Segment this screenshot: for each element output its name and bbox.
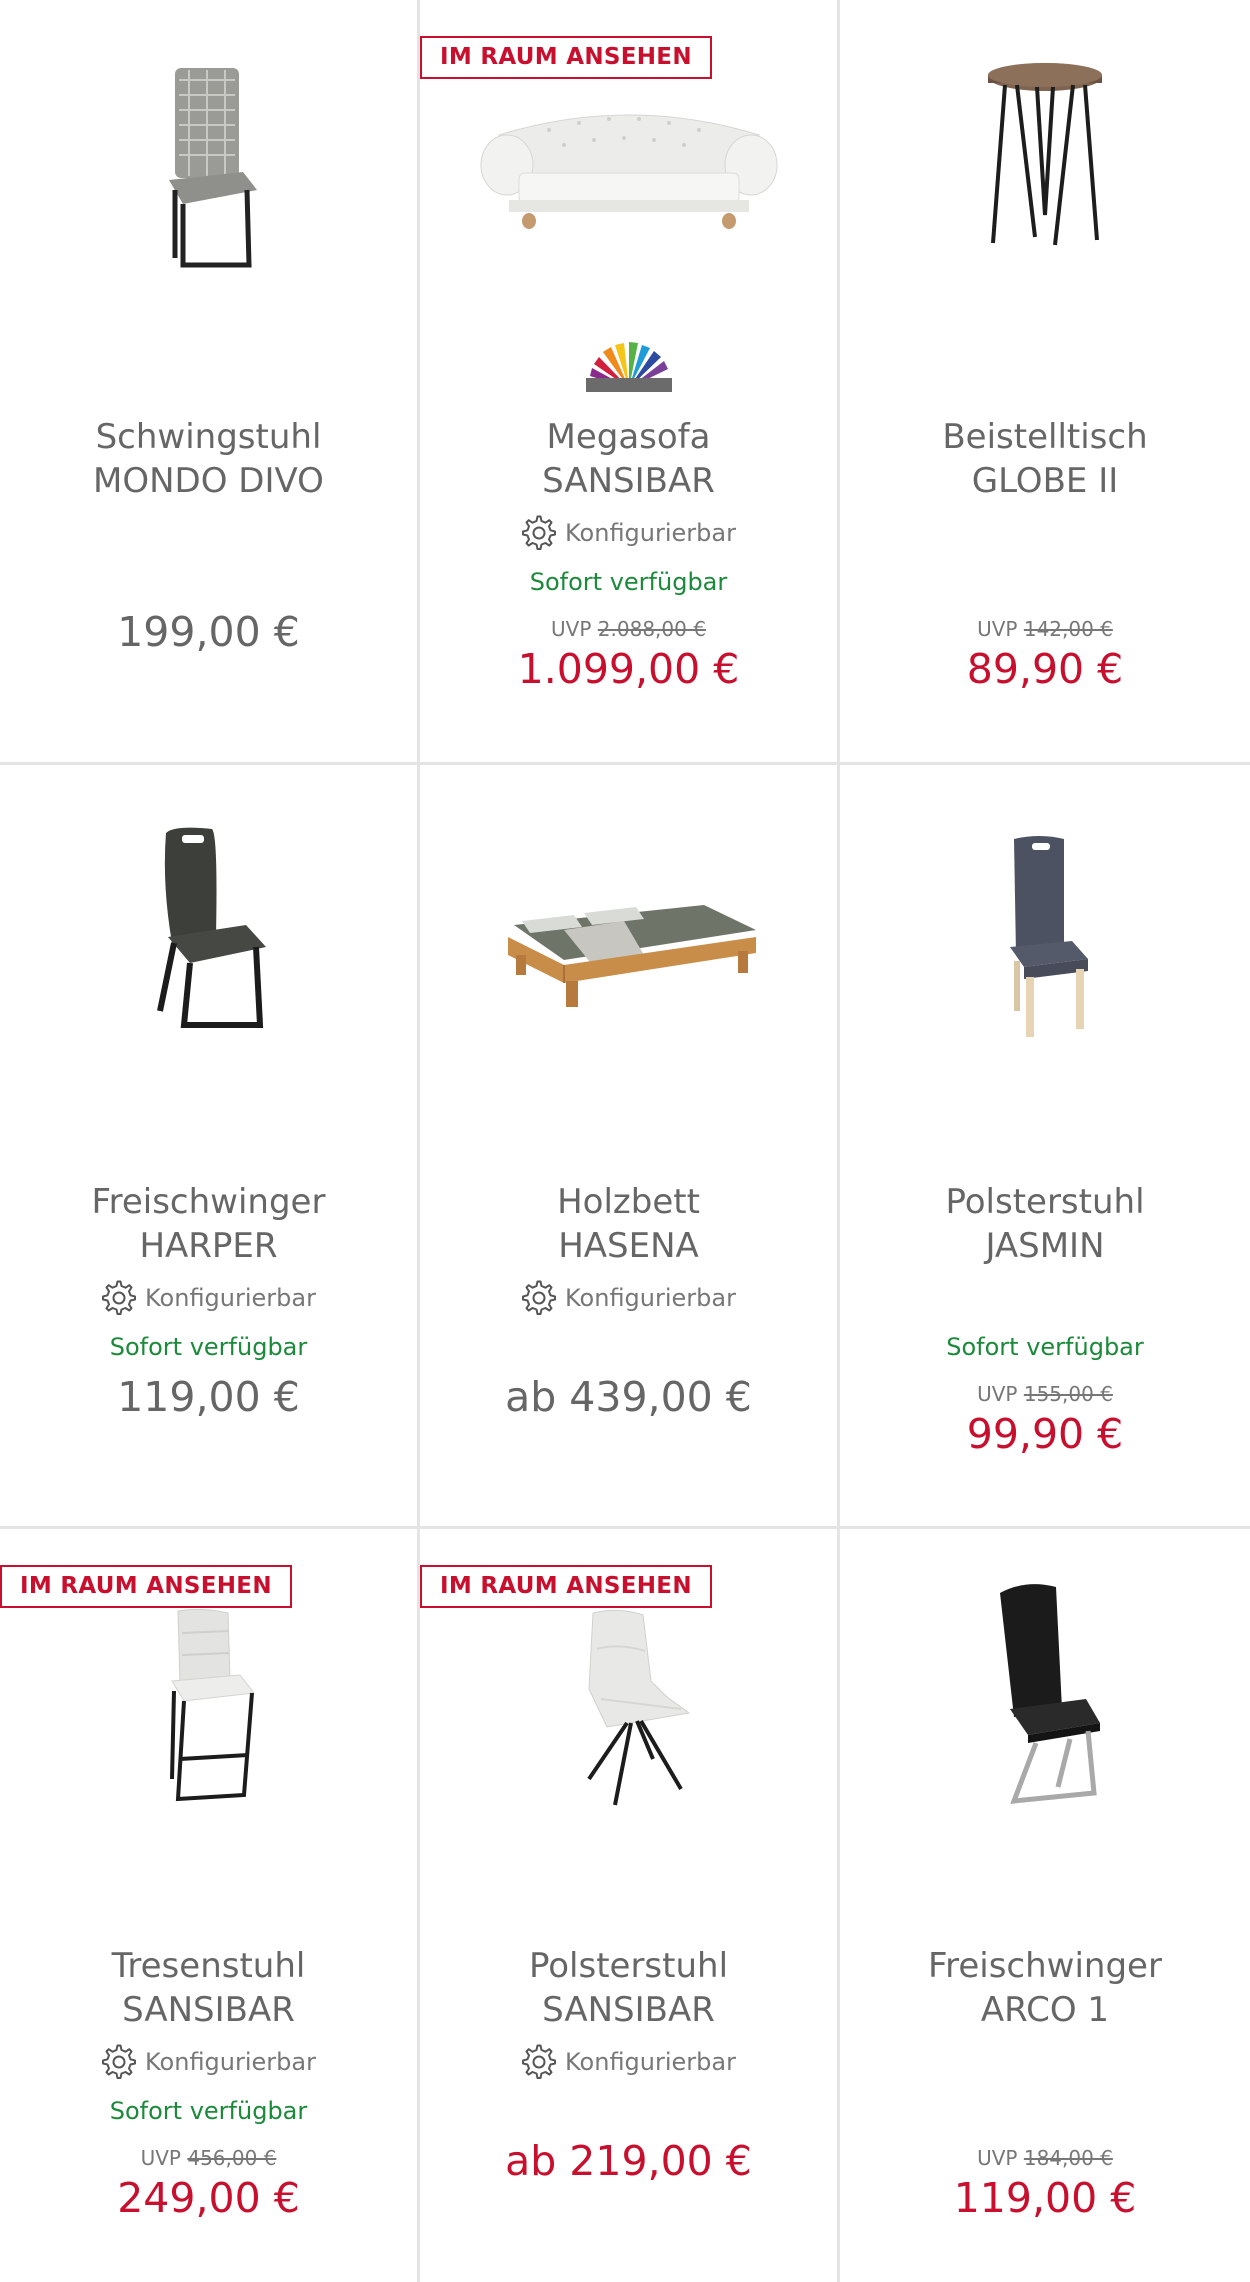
product-price: 99,90 € (966, 1410, 1124, 1458)
configurable-indicator: Konfigurierbar (0, 2044, 417, 2080)
rrp-value: 184,00 € (1023, 2146, 1113, 2170)
rrp-value: 155,00 € (1023, 1382, 1113, 1406)
product-price: 89,90 € (966, 645, 1124, 693)
chesterfield-sofa-icon[interactable] (420, 95, 837, 355)
product-name: MONDO DIVO (93, 461, 324, 501)
shell-chair-icon[interactable] (420, 1609, 837, 1869)
product-card[interactable]: Freischwinger HARPER Konfigurierbar Sofo… (0, 765, 417, 1526)
product-card[interactable]: Schwingstuhl MONDO DIVO 199,00 € (0, 0, 417, 762)
product-type: Freischwinger (928, 1946, 1162, 1986)
rrp-label: UVP (977, 617, 1018, 641)
configurable-indicator: Konfigurierbar (420, 2044, 837, 2080)
product-type: Freischwinger (91, 1182, 326, 1222)
availability-status: Sofort verfügbar (109, 2097, 308, 2125)
view-in-room-badge[interactable]: IM RAUM ANSEHEN (0, 1565, 292, 1608)
rrp-label: UVP (140, 2146, 181, 2170)
product-type: Megasofa (546, 417, 711, 457)
product-type: Holzbett (557, 1182, 700, 1222)
rrp-value: 456,00 € (187, 2146, 277, 2170)
product-name: SANSIBAR (542, 461, 715, 501)
product-name: SANSIBAR (122, 1990, 295, 2030)
rrp-price: UVP 184,00 € (840, 2146, 1250, 2170)
rrp-label: UVP (977, 1382, 1018, 1406)
rrp-price: UVP 155,00 € (840, 1382, 1250, 1406)
upholstered-chair-icon[interactable] (840, 833, 1250, 1093)
availability-status: Sofort verfügbar (529, 568, 728, 596)
product-type: Schwingstuhl (95, 417, 322, 457)
product-title[interactable]: Polsterstuhl SANSIBAR (420, 1944, 837, 2032)
view-in-room-badge[interactable]: IM RAUM ANSEHEN (420, 36, 712, 79)
product-price: 1.099,00 € (517, 645, 740, 693)
product-title[interactable]: Holzbett HASENA (420, 1180, 837, 1268)
availability-status: Sofort verfügbar (946, 1333, 1144, 1361)
product-name: HASENA (558, 1226, 699, 1266)
cantilever-chair-dark-icon[interactable] (0, 825, 417, 1085)
rrp-value: 142,00 € (1023, 617, 1113, 641)
product-price: ab 439,00 € (505, 1373, 752, 1421)
product-card[interactable]: IM RAUM ANSEHEN Megasofa SANSIBAR Konfig… (420, 0, 837, 762)
rrp-label: UVP (551, 617, 592, 641)
product-type: Polsterstuhl (945, 1182, 1145, 1222)
gear-icon (522, 515, 556, 550)
product-title[interactable]: Beistelltisch GLOBE II (840, 415, 1250, 503)
product-name: SANSIBAR (542, 1990, 715, 2030)
rrp-label: UVP (977, 2146, 1018, 2170)
product-name: JASMIN (985, 1226, 1105, 1266)
product-price: 119,00 € (953, 2174, 1137, 2222)
product-price: ab 219,00 € (505, 2137, 752, 2185)
product-type: Polsterstuhl (528, 1946, 729, 1986)
product-title[interactable]: Freischwinger ARCO 1 (840, 1944, 1250, 2032)
view-in-room-badge[interactable]: IM RAUM ANSEHEN (420, 1565, 712, 1608)
availability-status: Sofort verfügbar (109, 1333, 308, 1361)
product-card[interactable]: Freischwinger ARCO 1 UVP 184,00 € 119,00… (840, 1529, 1250, 2282)
product-title[interactable]: Megasofa SANSIBAR (420, 415, 837, 503)
product-card[interactable]: Beistelltisch GLOBE II UVP 142,00 € 89,9… (840, 0, 1250, 762)
configurable-label: Konfigurierbar (565, 2048, 736, 2076)
product-price: 119,00 € (117, 1373, 300, 1421)
configurable-indicator: Konfigurierbar (0, 1280, 417, 1316)
product-card[interactable]: IM RAUM ANSEHEN Tresenstuhl SANSIBAR Kon… (0, 1529, 417, 2282)
product-price: 199,00 € (117, 608, 300, 656)
gear-icon (102, 2044, 136, 2079)
product-type: Beistelltisch (942, 417, 1148, 457)
gear-icon (102, 1280, 136, 1315)
configurable-label: Konfigurierbar (145, 2048, 316, 2076)
rrp-price: UVP 2.088,00 € (420, 617, 837, 641)
wooden-bed-icon[interactable] (420, 885, 837, 1145)
configurable-indicator: Konfigurierbar (420, 1280, 837, 1316)
product-card[interactable]: Polsterstuhl JASMIN Sofort verfügbar UVP… (840, 765, 1250, 1526)
product-title[interactable]: Freischwinger HARPER (0, 1180, 417, 1268)
cantilever-chair-icon[interactable] (0, 40, 417, 300)
leather-cantilever-chair-icon[interactable] (840, 1579, 1250, 1839)
rrp-price: UVP 456,00 € (0, 2146, 417, 2170)
gear-icon (522, 1280, 556, 1315)
configurable-label: Konfigurierbar (565, 1284, 736, 1312)
gear-icon (522, 2044, 556, 2079)
product-name: ARCO 1 (980, 1990, 1110, 2030)
product-card[interactable]: IM RAUM ANSEHEN Polsterstuhl SANSIBAR Ko… (420, 1529, 837, 2282)
configurable-label: Konfigurierbar (145, 1284, 316, 1312)
configurable-label: Konfigurierbar (565, 519, 736, 547)
product-price: 249,00 € (117, 2174, 300, 2222)
product-name: GLOBE II (971, 461, 1119, 501)
configurable-indicator: Konfigurierbar (420, 515, 837, 551)
product-grid: Schwingstuhl MONDO DIVO 199,00 € IM RAUM… (0, 0, 1250, 2282)
bar-stool-icon[interactable] (0, 1609, 417, 1869)
product-title[interactable]: Polsterstuhl JASMIN (840, 1180, 1250, 1268)
product-name: HARPER (139, 1226, 278, 1266)
product-title[interactable]: Schwingstuhl MONDO DIVO (0, 415, 417, 503)
product-title[interactable]: Tresenstuhl SANSIBAR (0, 1944, 417, 2032)
color-fan-logo-icon (420, 340, 837, 394)
side-table-icon[interactable] (840, 55, 1250, 315)
product-card[interactable]: Holzbett HASENA Konfigurierbar ab 439,00… (420, 765, 837, 1526)
rrp-value: 2.088,00 € (597, 617, 706, 641)
rrp-price: UVP 142,00 € (840, 617, 1250, 641)
product-type: Tresenstuhl (111, 1946, 306, 1986)
